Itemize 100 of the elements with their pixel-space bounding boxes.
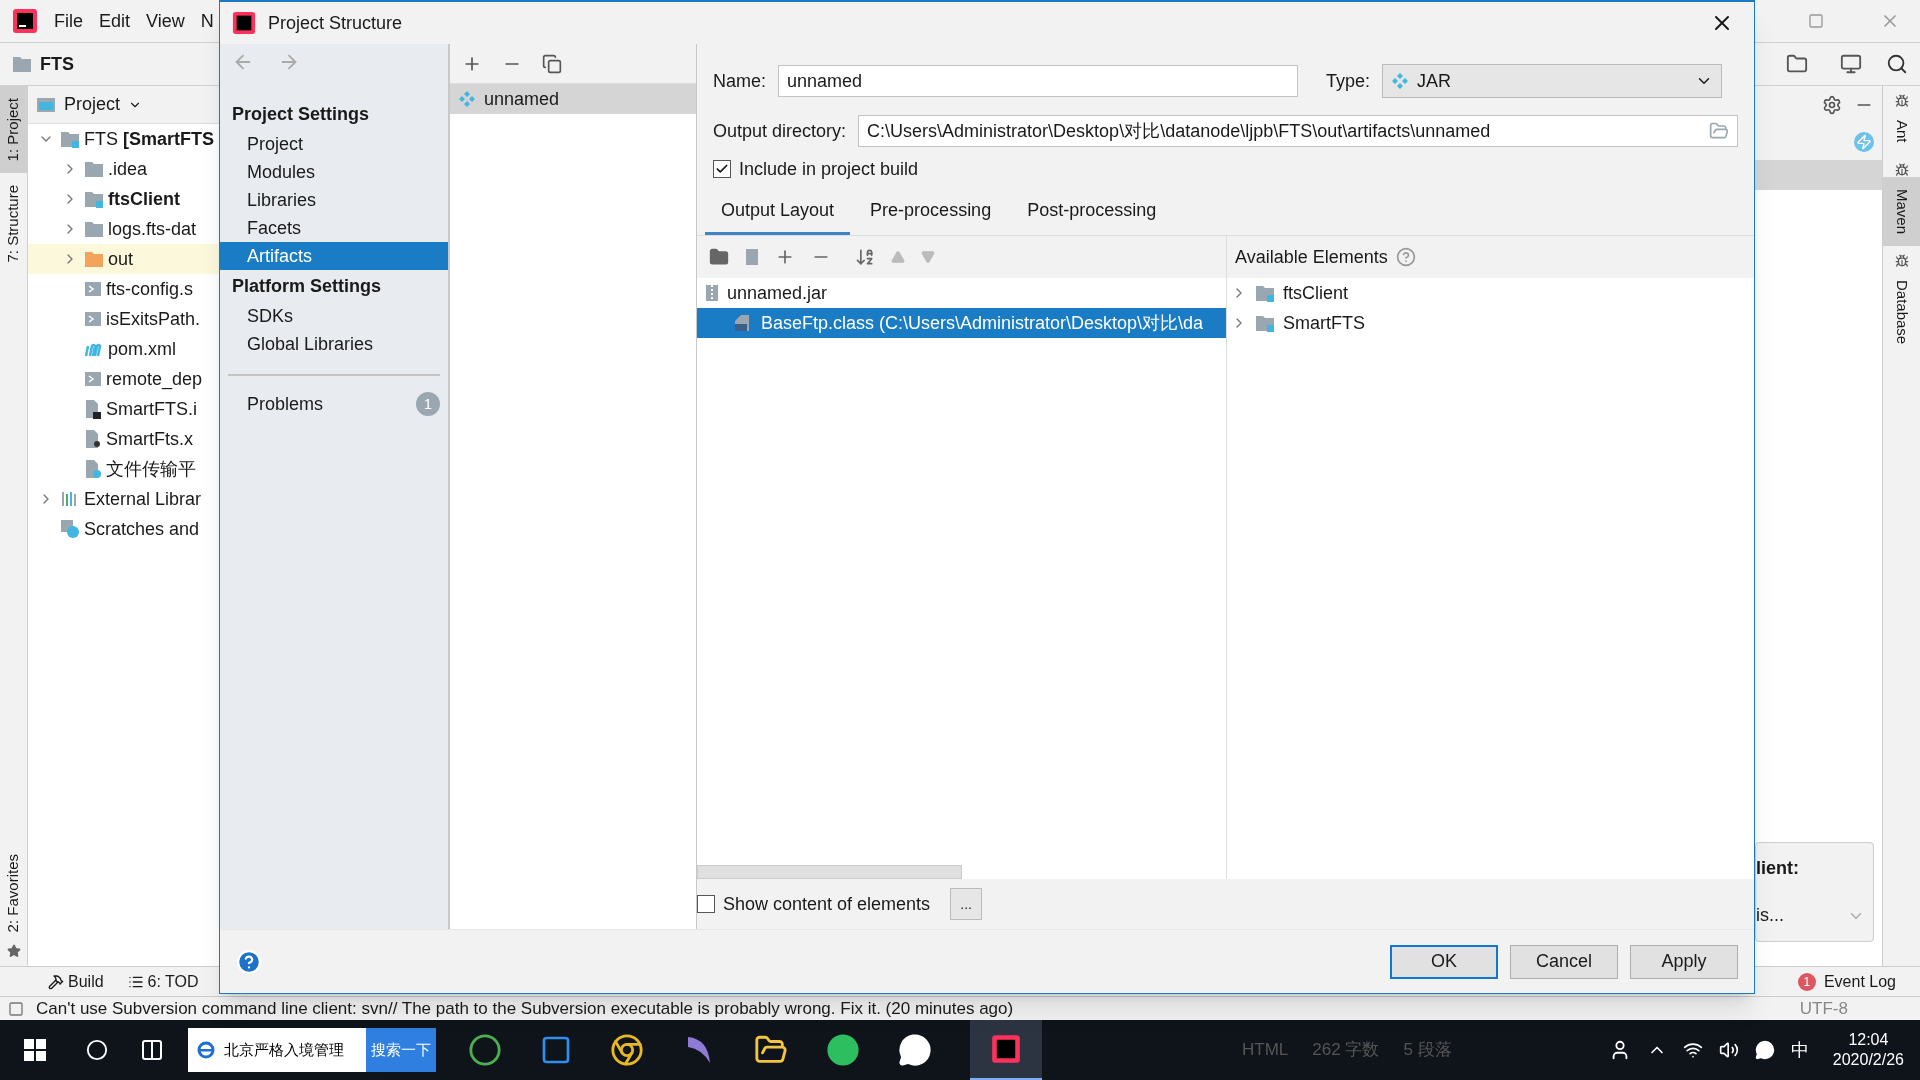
nav-item[interactable]: SDKs (220, 302, 448, 330)
chrome-icon[interactable] (610, 1033, 644, 1067)
tool-window-tab[interactable]: 7: Structure (0, 173, 27, 275)
layout-item[interactable]: BaseFtp.class (C:\Users\Administrator\Desktop\对比\da (697, 308, 1226, 338)
show-content-checkbox[interactable] (697, 895, 715, 913)
wechat-icon[interactable] (898, 1033, 932, 1067)
field-label: Output directory: (713, 119, 847, 143)
tree-item[interactable]: FTS [SmartFTS (28, 124, 219, 154)
settings-icon[interactable] (1822, 95, 1842, 115)
tree-item[interactable]: pom.xml (28, 334, 219, 364)
browser-logo-icon (196, 1040, 216, 1060)
tool-window-button[interactable]: Build (68, 969, 104, 994)
section-heading: Available Elements (1235, 245, 1388, 269)
wechat-tray-icon[interactable] (1754, 1040, 1775, 1060)
name-field[interactable]: unnamed (778, 65, 1298, 97)
sort-icon[interactable] (855, 247, 875, 267)
search-field[interactable]: 北京严格入境管理 (188, 1028, 366, 1072)
task-view-icon[interactable] (140, 1038, 164, 1062)
popup-title: lient: (1756, 857, 1800, 880)
nav-item[interactable]: Project (220, 130, 448, 158)
text-file-icon (84, 280, 102, 298)
tree-item[interactable]: SmartFTS.i (28, 394, 219, 424)
tree-item[interactable]: Scratches and (28, 514, 219, 544)
nav-item[interactable]: Artifacts (220, 242, 448, 270)
tree-item[interactable]: SmartFts.x (28, 424, 219, 454)
evernote-icon[interactable] (826, 1033, 860, 1067)
tree-item[interactable]: .idea (28, 154, 219, 184)
nav-item[interactable]: Modules (220, 158, 448, 186)
module-file-icon (84, 399, 102, 419)
more-button[interactable]: ... (950, 888, 983, 920)
nav-item[interactable]: Problems (247, 390, 324, 418)
menu-item[interactable]: File (54, 7, 83, 35)
input-method-indicator[interactable]: 中 (1790, 1036, 1809, 1064)
scratches-icon (60, 519, 80, 539)
horizontal-scrollbar[interactable] (697, 865, 962, 879)
intellij-taskbar-icon[interactable] (970, 1020, 1042, 1080)
new-folder-icon[interactable] (709, 247, 729, 267)
app-logo-icon (12, 8, 38, 34)
clock-date[interactable]: 2020/2/26 (1832, 1050, 1904, 1070)
search-button[interactable]: 搜索一下 (366, 1028, 436, 1072)
folder-icon (84, 160, 104, 178)
section-heading: Platform Settings (231, 274, 383, 298)
tool-window-tab[interactable]: Database (1883, 267, 1920, 356)
field-label: Type: (1326, 69, 1371, 93)
tool-window-tab[interactable]: Ant (1883, 108, 1920, 155)
nav-item[interactable]: Global Libraries (220, 330, 448, 358)
dialog-button[interactable]: Cancel (1510, 944, 1618, 979)
tool-window-tab[interactable]: 2: Favorites (0, 841, 27, 944)
status-toggle-icon[interactable] (8, 1000, 24, 1017)
menu-item[interactable]: View (146, 7, 185, 35)
tool-icon (1894, 162, 1909, 177)
tree-item[interactable]: remote_dep (28, 364, 219, 394)
background-text: HTML (1242, 1039, 1289, 1062)
tree-item[interactable]: logs.fts-dat (28, 214, 219, 244)
network-icon[interactable] (1682, 1040, 1703, 1060)
artifact-item[interactable]: unnamed (450, 84, 696, 114)
section-heading: Project Settings (231, 102, 371, 126)
tool-window-tab[interactable]: Maven (1883, 176, 1920, 246)
nav-item[interactable]: Libraries (220, 186, 448, 214)
menu-item[interactable]: N (200, 7, 214, 35)
help-icon[interactable] (1395, 247, 1416, 267)
count-badge: 1 (416, 392, 440, 416)
tool-window-tab[interactable]: 1: Project (0, 86, 27, 174)
office-icon[interactable] (540, 1034, 572, 1066)
layout-item[interactable]: unnamed.jar (697, 278, 1226, 308)
nav-item[interactable]: Facets (220, 214, 448, 242)
checkbox-label[interactable]: Include in project build (739, 155, 919, 183)
tree-item[interactable]: out (28, 244, 219, 274)
field-label: Name: (713, 69, 766, 93)
tree-item[interactable]: ftsClient (28, 184, 219, 214)
copy-icon[interactable] (542, 53, 562, 74)
tree-item[interactable]: fts-config.s (28, 274, 219, 304)
breadcrumb[interactable]: FTS (40, 50, 74, 78)
windows-logo-icon[interactable] (24, 1039, 46, 1061)
tool-window-button[interactable]: 6: TOD (147, 969, 199, 994)
tree-item[interactable]: External Librar (28, 484, 219, 514)
dialog-button[interactable]: OK (1390, 944, 1498, 979)
event-log-button[interactable]: Event Log (1823, 969, 1896, 994)
tab[interactable]: Post-processing (1011, 197, 1173, 235)
notification-badge: 1 (1797, 972, 1816, 991)
dialog-button[interactable]: Apply (1630, 944, 1738, 979)
hammer-icon (48, 973, 64, 990)
menu-item[interactable]: Edit (99, 7, 131, 35)
tab[interactable]: Output Layout (705, 197, 851, 235)
output-directory-field[interactable]: C:\Users\Administrator\Desktop\对比\datanode\ljpb\FTS\out\artifacts\unnamed (858, 115, 1738, 147)
clock-time[interactable]: 12:04 (1848, 1030, 1889, 1050)
tree-item[interactable]: isExitsPath. (28, 304, 219, 334)
include-checkbox[interactable] (713, 160, 731, 178)
tab[interactable]: Pre-processing (854, 197, 1008, 235)
tree-item[interactable]: 文件传输平 (28, 454, 219, 484)
search-icon[interactable] (86, 1039, 108, 1061)
available-element[interactable]: ftsClient (1227, 278, 1754, 308)
search-icon[interactable] (1886, 53, 1908, 75)
available-element[interactable]: SmartFTS (1227, 308, 1754, 338)
browser-icon[interactable] (468, 1033, 502, 1067)
volume-icon[interactable] (1718, 1040, 1739, 1060)
run-window-icon[interactable] (1840, 53, 1862, 75)
type-dropdown[interactable]: JAR (1382, 64, 1723, 98)
checkbox-label[interactable]: Show content of elements (723, 890, 931, 918)
folder-icon[interactable] (1786, 53, 1808, 75)
